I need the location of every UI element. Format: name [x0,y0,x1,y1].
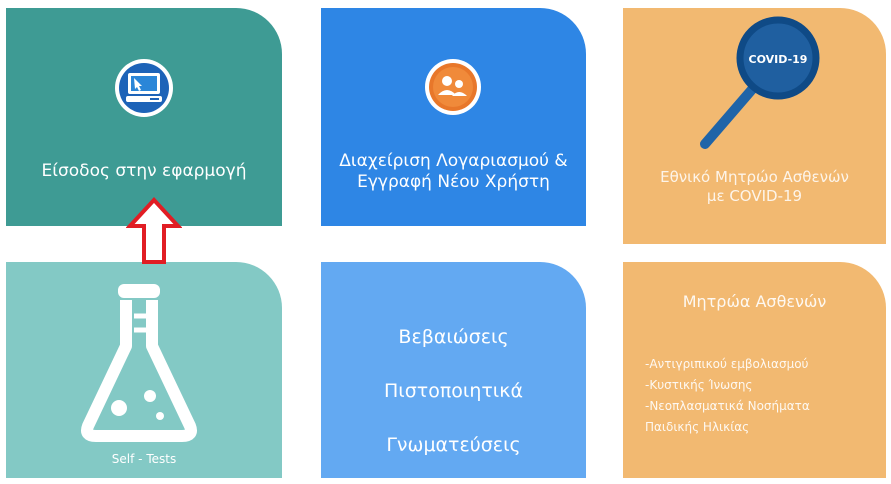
self-tests-label: Self - Tests [111,452,177,466]
registries-item: Παιδικής Ηλικίας [645,420,750,434]
certificates-line: Βεβαιώσεις [398,326,509,348]
certificates-list: Βεβαιώσεις Πιστοποιητικά Γνωματεύσεις [321,310,586,472]
certificates-line: Πιστοποιητικά [384,380,523,402]
self-tests-tile[interactable]: Self - Tests [6,262,282,478]
login-label: Είσοδος στην εφαρμογή [41,161,247,181]
certificates-tile[interactable]: Βεβαιώσεις Πιστοποιητικά Γνωματεύσεις [321,262,586,478]
flask-icon [81,284,197,442]
covid-registry-tile[interactable]: COVID-19 Εθνικό Μητρώο Ασθενών με COVID-… [623,8,886,244]
registries-item: -Νεοπλασματικά Νοσήματα [645,399,810,413]
account-label: Διαχείριση Λογαριασμού & Εγγραφή Νέου Χρ… [339,151,568,193]
registries-list: -Αντιγριπικού εμβολιασμού -Κυστικής Ίνωσ… [645,354,882,438]
covid-label: Εθνικό Μητρώο Ασθενών με COVID-19 [660,168,849,205]
account-tile[interactable]: Διαχείριση Λογαριασμού & Εγγραφή Νέου Χρ… [321,8,586,226]
users-icon [425,59,481,115]
registries-item: -Αντιγριπικού εμβολιασμού [645,357,809,371]
magnifier-icon: COVID-19 [700,16,820,149]
up-arrow-icon [126,197,182,264]
covid-badge: COVID-19 [749,53,808,66]
registries-title: Μητρώα Ασθενών [682,292,827,311]
computer-icon [115,59,173,117]
login-tile[interactable]: Είσοδος στην εφαρμογή [6,8,282,226]
certificates-line: Γνωματεύσεις [386,434,521,456]
registries-item: -Κυστικής Ίνωσης [645,378,753,392]
patient-registries-tile[interactable]: Μητρώα Ασθενών -Αντιγριπικού εμβολιασμού… [623,262,886,478]
